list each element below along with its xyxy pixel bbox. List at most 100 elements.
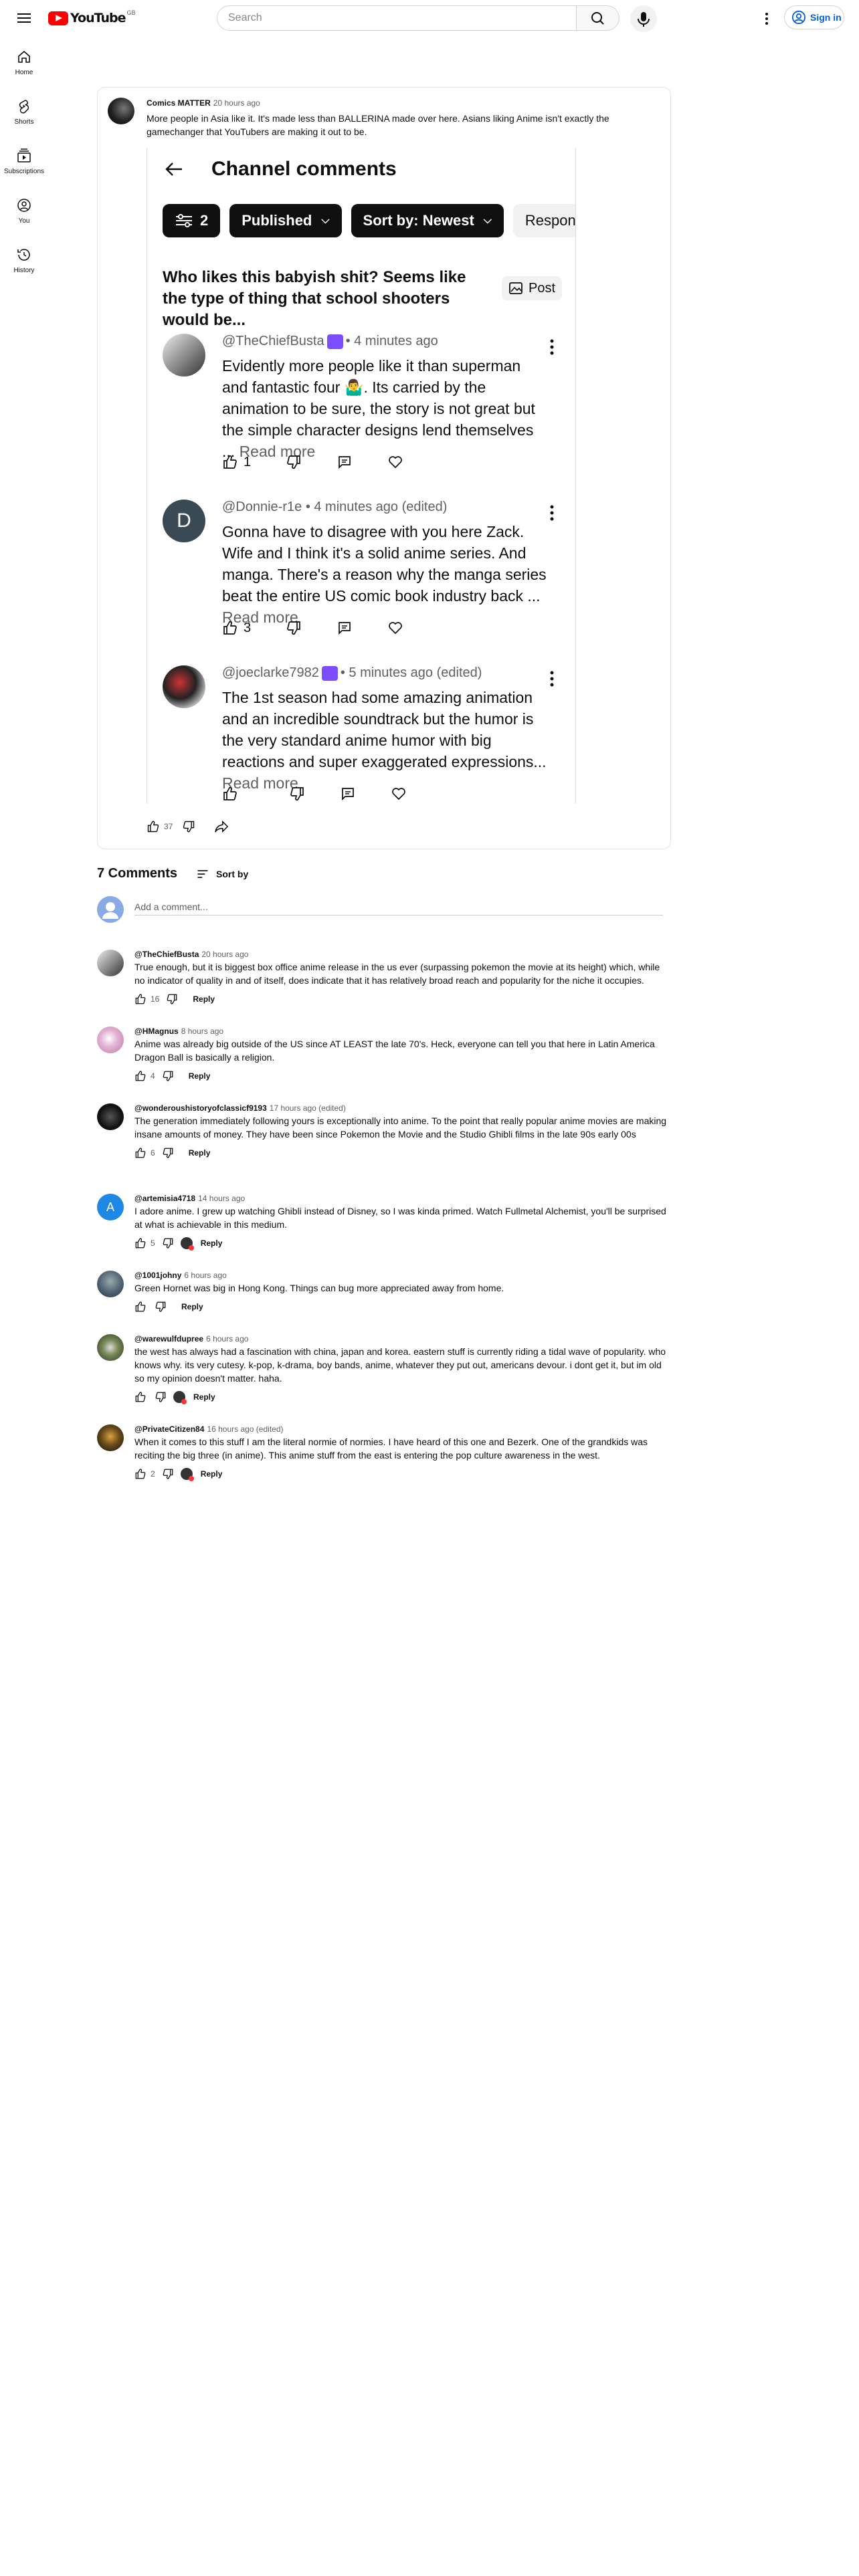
dislike-button[interactable] <box>162 1468 174 1480</box>
dislike-button[interactable] <box>162 1147 174 1159</box>
comment-avatar[interactable] <box>97 1027 124 1053</box>
comment-author[interactable]: @TheChiefBusta <box>134 950 199 959</box>
history-icon <box>17 248 30 261</box>
user-avatar <box>97 896 124 923</box>
search-button[interactable] <box>577 5 619 31</box>
post-author[interactable]: Comics MATTER <box>147 98 211 108</box>
reply-button[interactable]: Reply <box>201 1469 223 1479</box>
settings-more-icon[interactable] <box>759 11 775 27</box>
response-chip: Response <box>512 204 575 237</box>
member-badge-icon <box>326 334 343 349</box>
comment-body: @wonderoushistoryofclassicf9193 17 hours … <box>134 1103 670 1161</box>
reply-meta: @joeclarke7982 • 5 minutes ago (edited) <box>222 665 482 681</box>
sidebar-item-shorts[interactable]: Shorts <box>0 87 48 136</box>
microphone-icon <box>638 12 650 27</box>
comment-actions: 2 Reply <box>134 1466 670 1482</box>
post-image[interactable]: Channel comments 2 Published ⌵ Sort by: N… <box>147 148 576 803</box>
sidebar-label: You <box>18 217 30 225</box>
thumbs-down-icon <box>287 455 300 469</box>
sort-by-button[interactable]: Sort by <box>196 867 248 881</box>
add-comment-input[interactable] <box>134 899 663 916</box>
embedded-reply: D @Donnie-r1e • 4 minutes ago (edited) G… <box>163 500 571 647</box>
comment-text: Green Hornet was big in Hong Kong. Thing… <box>134 1283 504 1293</box>
sidebar-item-you[interactable]: You <box>0 186 48 235</box>
comment-avatar[interactable] <box>97 950 124 976</box>
reply-button[interactable]: Reply <box>201 1239 223 1248</box>
comment-author[interactable]: @warewulfdupree <box>134 1334 203 1344</box>
comment-time[interactable]: 20 hours ago <box>201 950 248 959</box>
embedded-header: Channel comments <box>163 156 397 183</box>
reply-time: • 5 minutes ago (edited) <box>340 665 482 680</box>
embedded-chips: 2 Published ⌵ Sort by: Newest ⌵ Response <box>163 204 575 237</box>
reply-button[interactable]: Reply <box>189 1071 211 1081</box>
like-button[interactable] <box>134 1237 147 1249</box>
avatar-letter: D <box>177 510 191 532</box>
comment-author[interactable]: @wonderoushistoryofclassicf9193 <box>134 1103 267 1113</box>
back-arrow-icon <box>165 163 182 176</box>
thumbs-down-icon <box>287 621 300 635</box>
like-button[interactable] <box>134 1468 147 1480</box>
reply-time: • 4 minutes ago (edited) <box>305 500 448 514</box>
comment-avatar[interactable] <box>97 1103 124 1130</box>
like-button[interactable] <box>134 1147 147 1159</box>
comment-time[interactable]: 6 hours ago <box>184 1271 226 1280</box>
reply-meta: @Donnie-r1e • 4 minutes ago (edited) <box>222 500 447 515</box>
reply-actions <box>222 786 407 802</box>
comment-thread: @warewulfdupree 6 hours ago the west has … <box>97 1334 672 1414</box>
mini-guide: Home Shorts Subscriptions You History <box>0 37 48 285</box>
reply-button[interactable]: Reply <box>189 1148 211 1158</box>
dislike-button[interactable] <box>162 1237 174 1249</box>
reply-button[interactable]: Reply <box>181 1302 203 1311</box>
like-button[interactable] <box>147 820 160 833</box>
like-button[interactable] <box>134 993 147 1005</box>
reply-avatar <box>163 665 205 708</box>
add-comment-row <box>97 896 666 923</box>
comment-time[interactable]: 16 hours ago (edited) <box>207 1424 283 1434</box>
heart-icon <box>392 788 405 800</box>
reply-body: The 1st season had some amazing animatio… <box>222 689 547 770</box>
shorts-icon <box>19 99 29 114</box>
comment-time[interactable]: 17 hours ago (edited) <box>270 1103 346 1113</box>
share-button[interactable] <box>214 820 229 833</box>
dislike-button[interactable] <box>155 1301 167 1313</box>
voice-search-button[interactable] <box>630 5 657 32</box>
channel-avatar[interactable] <box>108 98 134 124</box>
like-button[interactable] <box>134 1301 147 1313</box>
comment-time[interactable]: 14 hours ago <box>198 1194 245 1203</box>
youtube-logo[interactable]: YouTube GB <box>48 9 136 25</box>
like-button[interactable] <box>134 1391 147 1403</box>
you-icon <box>17 198 31 212</box>
reply-button[interactable]: Reply <box>193 994 215 1004</box>
dislike-button[interactable] <box>182 820 195 833</box>
post-button-label: Post <box>528 280 556 296</box>
comment-time[interactable]: 8 hours ago <box>181 1027 223 1036</box>
sidebar-item-subscriptions[interactable]: Subscriptions <box>0 136 48 186</box>
search-input[interactable] <box>217 5 577 31</box>
dislike-button[interactable] <box>166 993 178 1005</box>
comment-avatar[interactable] <box>97 1424 124 1451</box>
like-count: 2 <box>151 1469 155 1479</box>
creator-heart-icon <box>180 1237 194 1251</box>
sidebar-item-home[interactable]: Home <box>0 37 48 87</box>
chip-label: Published <box>242 212 312 229</box>
comment-author[interactable]: @1001johny <box>134 1271 181 1280</box>
logo-wordmark: YouTube <box>70 11 126 25</box>
comment-avatar[interactable] <box>97 1334 124 1361</box>
sidebar-item-history[interactable]: History <box>0 235 48 285</box>
embedded-post-button: Post <box>502 276 562 300</box>
menu-icon[interactable] <box>16 11 32 27</box>
comment-author[interactable]: @PrivateCitizen84 <box>134 1424 204 1434</box>
reply-button[interactable]: Reply <box>193 1392 215 1402</box>
sort-by-label: Sort by <box>216 868 249 879</box>
comment-time[interactable]: 6 hours ago <box>206 1334 248 1344</box>
comment-avatar[interactable] <box>97 1271 124 1297</box>
comment-author[interactable]: @artemisia4718 <box>134 1194 195 1203</box>
sort-icon <box>197 869 208 878</box>
comment-avatar[interactable]: A <box>97 1194 124 1220</box>
like-button[interactable] <box>134 1070 147 1082</box>
dislike-button[interactable] <box>155 1391 167 1403</box>
sign-in-button[interactable]: Sign in <box>784 5 844 29</box>
post-time[interactable]: 20 hours ago <box>213 98 260 108</box>
dislike-button[interactable] <box>162 1070 174 1082</box>
comment-author[interactable]: @HMagnus <box>134 1027 179 1036</box>
